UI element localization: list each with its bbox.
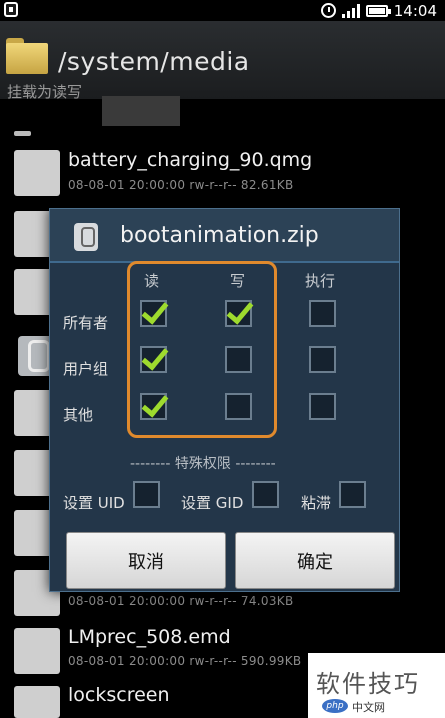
column-execute: 执行 [305, 272, 336, 290]
setuid-checkbox[interactable] [133, 481, 160, 508]
setgid-checkbox[interactable] [252, 481, 279, 508]
file-icon[interactable] [14, 628, 60, 674]
row-label-owner: 所有者 [63, 314, 109, 332]
status-time: 14:04 [393, 1, 437, 20]
row-label-others: 其他 [63, 406, 94, 424]
setuid-label: 设置 UID [63, 494, 125, 512]
file-name[interactable]: LMprec_508.emd [68, 626, 231, 648]
usb-icon [4, 2, 18, 17]
file-icon[interactable] [14, 150, 60, 196]
file-name[interactable]: battery_charging_90.qmg [68, 149, 312, 171]
mount-rw-label[interactable]: 挂载为读写 [7, 81, 82, 102]
file-name[interactable]: lockscreen [68, 684, 170, 706]
group-execute-checkbox[interactable] [309, 346, 336, 373]
signal-icon [341, 3, 360, 18]
special-permissions-title: -------- 特殊权限 -------- [130, 456, 276, 472]
file-meta: 08-08-01 20:00:00 rw-r--r-- 82.61KB [68, 178, 294, 192]
owner-execute-checkbox[interactable] [309, 300, 336, 327]
mount-rw-toggle[interactable] [102, 96, 180, 126]
current-path: /system/media [58, 47, 250, 76]
highlight-box [127, 261, 277, 438]
file-icon[interactable] [14, 686, 60, 718]
file-meta: 08-08-01 20:00:00 rw-r--r-- 590.99KB [68, 654, 302, 668]
status-right: 14:04 [320, 1, 437, 20]
alarm-icon [320, 3, 336, 18]
zip-file-icon [74, 223, 98, 251]
dialog-header: bootanimation.zip [50, 209, 399, 263]
battery-icon [365, 4, 391, 17]
file-meta: 08-08-01 20:00:00 rw-r--r-- 74.03KB [68, 594, 294, 608]
php-logo-icon: php [322, 699, 348, 713]
row-label-group: 用户组 [63, 360, 109, 378]
watermark-sub: 中文网 [352, 701, 385, 714]
watermark-text: 软件技巧 [316, 670, 420, 698]
setgid-label: 设置 GID [181, 494, 244, 512]
list-divider [14, 131, 31, 136]
folder-icon[interactable] [6, 38, 48, 74]
status-bar: 14:04 [0, 0, 445, 21]
cancel-button[interactable]: 取消 [66, 532, 226, 589]
sticky-checkbox[interactable] [339, 481, 366, 508]
others-execute-checkbox[interactable] [309, 393, 336, 420]
dialog-title: bootanimation.zip [120, 223, 319, 248]
ok-button[interactable]: 确定 [235, 532, 395, 589]
sticky-label: 粘滞 [301, 494, 332, 512]
